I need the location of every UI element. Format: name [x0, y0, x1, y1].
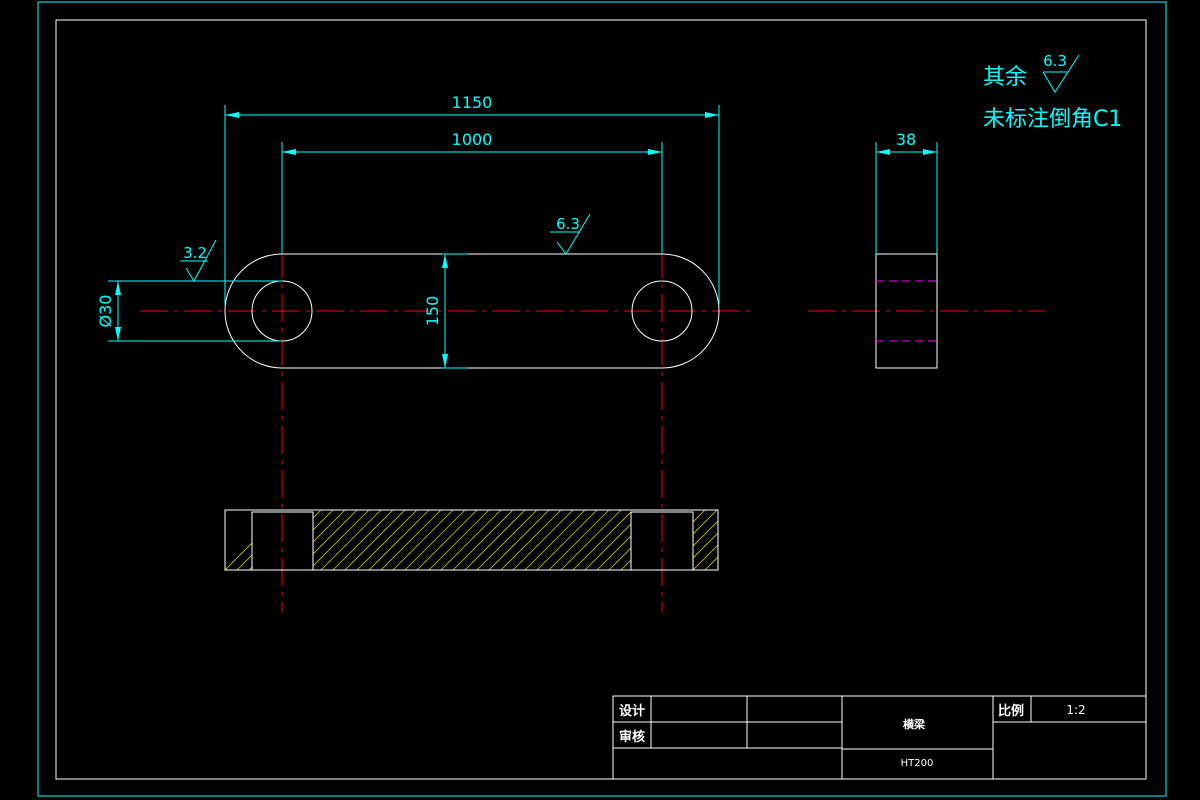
section-view — [224, 509, 719, 571]
design-label: 设计 — [619, 703, 645, 719]
dim-1000-text: 1000 — [452, 130, 493, 149]
remaining-label: 其余 — [983, 65, 1027, 90]
roughness-remaining-text: 6.3 — [1043, 52, 1067, 70]
part-name: 横梁 — [903, 717, 926, 731]
dim-1150-text: 1150 — [452, 93, 493, 112]
dimension-arrows — [115, 112, 937, 368]
inner-frame — [55, 19, 1147, 780]
centerlines — [140, 250, 1045, 612]
material: HT200 — [901, 758, 934, 769]
chamfer-note: 未标注倒角C1 — [983, 107, 1122, 132]
review-label: 审核 — [619, 729, 645, 745]
roughness-top-text: 6.3 — [556, 215, 580, 233]
dimension-lines — [108, 105, 938, 369]
scale-label: 比例 — [998, 703, 1024, 719]
dim-150-text: 150 — [423, 296, 442, 327]
dim-30-text: Ø30 — [96, 295, 115, 328]
scale-value: 1:2 — [1066, 703, 1085, 717]
section-hatching — [225, 510, 718, 570]
dim-38-text: 38 — [896, 130, 916, 149]
roughness-hole-text: 3.2 — [183, 244, 207, 262]
roughness-symbols — [180, 54, 1080, 283]
drawing-canvas: 1150 1000 38 150 Ø30 6.3 3.2 6.3 其余 未标注倒… — [37, 1, 1167, 797]
